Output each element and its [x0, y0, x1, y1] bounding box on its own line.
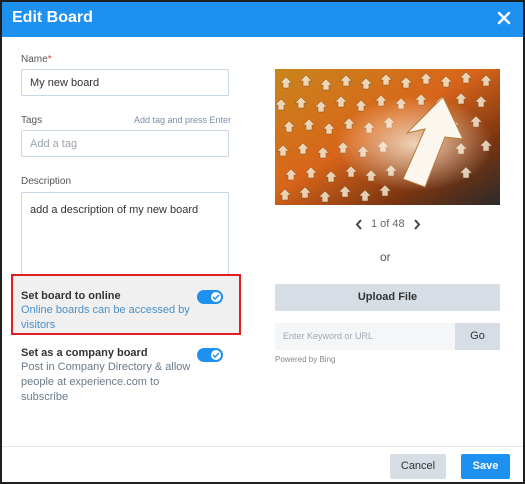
dialog-header: Edit Board	[2, 2, 523, 37]
name-label: Name*	[21, 54, 52, 65]
board-cover-image	[275, 69, 500, 205]
powered-by-label: Powered by Bing	[275, 355, 336, 364]
tags-hint: Add tag and press Enter	[134, 115, 232, 125]
or-separator: or	[380, 250, 391, 264]
chevron-left-icon[interactable]	[355, 219, 363, 233]
online-option-description: Online boards can be accessed by visitor…	[21, 304, 190, 331]
toggle-knob	[211, 350, 221, 360]
pager-count: 1 of 48	[371, 218, 405, 230]
dialog-title: Edit Board	[12, 9, 93, 26]
tags-label: Tags	[21, 115, 43, 126]
description-label: Description	[21, 176, 72, 187]
cancel-button[interactable]: Cancel	[390, 454, 446, 479]
save-button[interactable]: Save	[461, 454, 510, 479]
toggle-knob	[211, 292, 221, 302]
company-toggle[interactable]	[197, 348, 223, 362]
close-icon[interactable]	[495, 9, 513, 27]
tags-input[interactable]: Add a tag	[21, 130, 229, 157]
image-search-input[interactable]: Enter Keyword or URL	[275, 323, 455, 350]
online-toggle[interactable]	[197, 290, 223, 304]
required-mark: *	[47, 54, 52, 65]
go-button[interactable]: Go	[455, 323, 500, 350]
chevron-right-icon[interactable]	[413, 219, 421, 233]
company-option-title: Set as a company board	[21, 347, 148, 359]
description-textarea[interactable]: add a description of my new board	[21, 192, 229, 276]
online-option-title: Set board to online	[21, 290, 121, 302]
image-pager: 1 of 48	[355, 218, 421, 232]
company-option-description: Post in Company Directory & allow people…	[21, 361, 191, 403]
name-input[interactable]: My new board	[21, 69, 229, 96]
upload-file-button[interactable]: Upload File	[275, 284, 500, 311]
